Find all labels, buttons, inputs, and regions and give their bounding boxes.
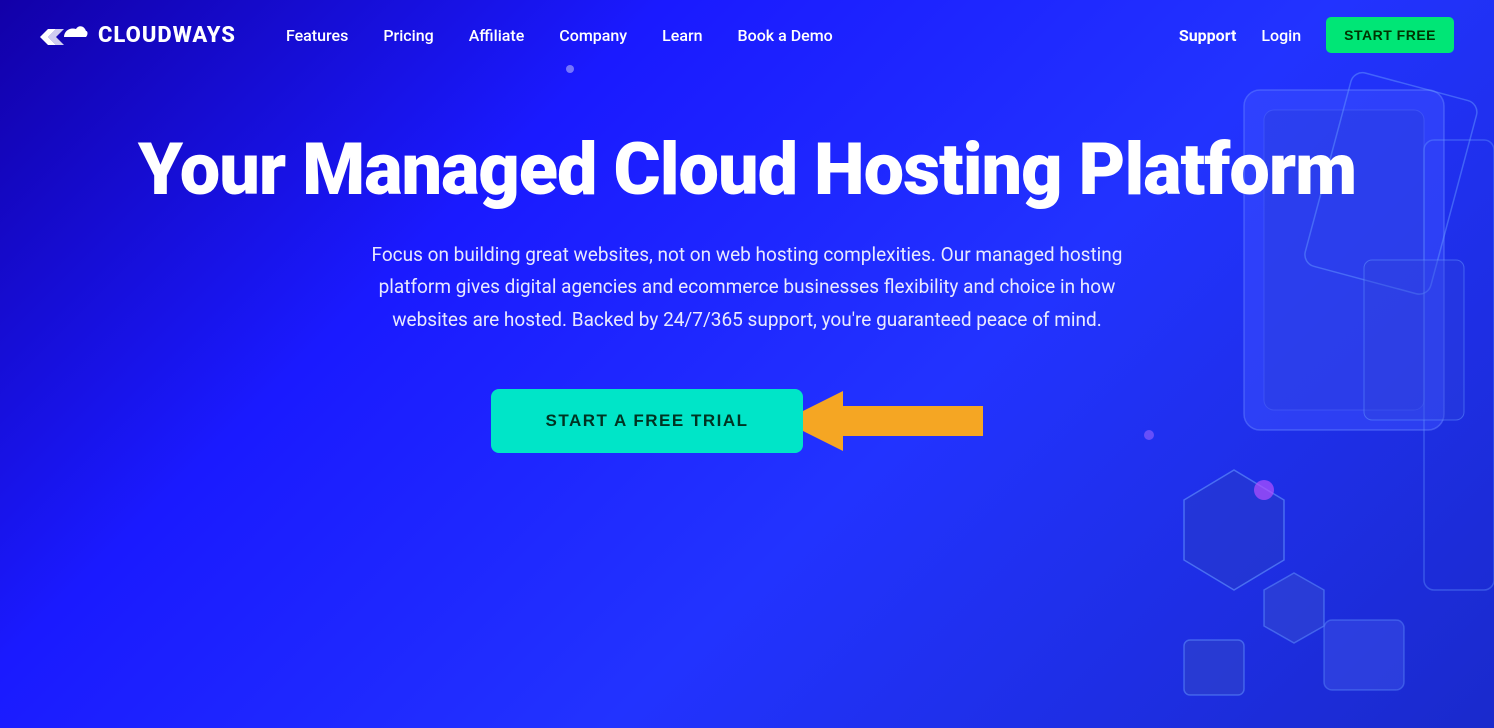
logo-area: CLOUDWAYS: [40, 17, 236, 53]
nav-company[interactable]: Company: [559, 26, 627, 45]
nav-affiliate[interactable]: Affiliate: [469, 26, 525, 45]
nav-login[interactable]: Login: [1261, 26, 1301, 45]
logo-icon: [40, 17, 88, 53]
nav-learn[interactable]: Learn: [662, 26, 702, 45]
brand-name: CLOUDWAYS: [98, 23, 236, 48]
page-wrapper: CLOUDWAYS Features Pricing Affiliate Com…: [0, 0, 1494, 728]
cta-area: START A FREE TRIAL: [20, 386, 1474, 456]
hero-subtitle: Focus on building great websites, not on…: [357, 239, 1137, 336]
cta-arrow: [783, 386, 1003, 456]
nav-support[interactable]: Support: [1179, 26, 1237, 45]
nav-right: Support Login START FREE: [1179, 17, 1454, 53]
nav-start-free-button[interactable]: START FREE: [1326, 17, 1454, 53]
start-free-trial-button[interactable]: START A FREE TRIAL: [491, 389, 804, 453]
nav-links: Features Pricing Affiliate Company Learn…: [286, 26, 1179, 45]
hero-section: Your Managed Cloud Hosting Platform Focu…: [0, 70, 1494, 456]
navbar: CLOUDWAYS Features Pricing Affiliate Com…: [0, 0, 1494, 70]
nav-pricing[interactable]: Pricing: [383, 26, 433, 45]
nav-book-demo[interactable]: Book a Demo: [738, 26, 833, 45]
hero-title: Your Managed Cloud Hosting Platform: [20, 130, 1474, 209]
nav-features[interactable]: Features: [286, 26, 348, 45]
